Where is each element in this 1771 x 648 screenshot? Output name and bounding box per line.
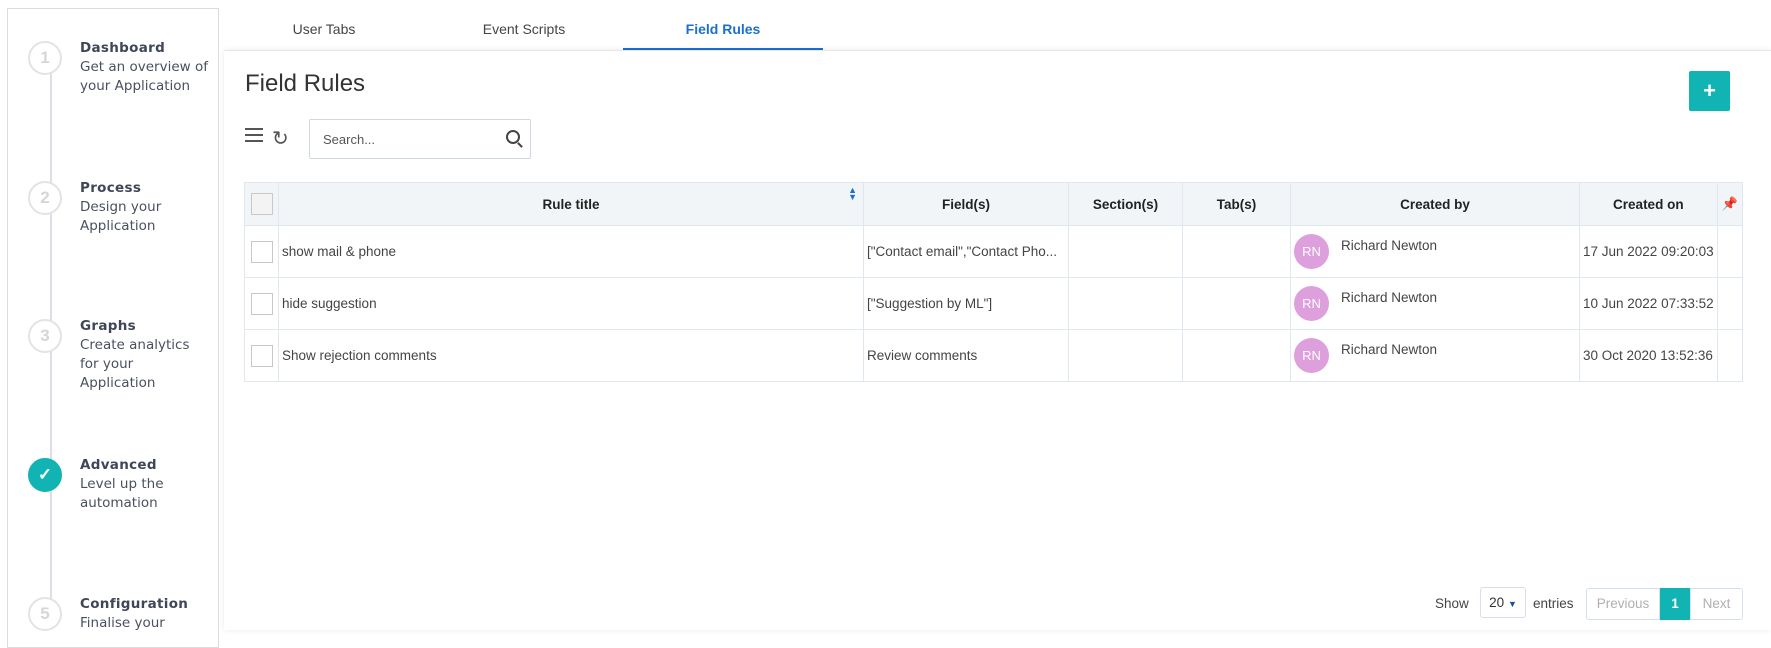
step-title: Process <box>80 180 142 196</box>
created-on-cell: 10 Jun 2022 07:33:52 <box>1579 277 1718 330</box>
avatar: RN <box>1294 338 1329 373</box>
step-number: 1 <box>28 41 62 75</box>
rule-title-cell[interactable]: hide suggestion <box>278 277 864 330</box>
row-select-cell <box>244 329 279 382</box>
next-button[interactable]: Next <box>1690 588 1743 620</box>
created-on-cell: 30 Oct 2020 13:52:36 <box>1579 329 1718 382</box>
tabs-cell <box>1182 329 1291 382</box>
created-on-cell: 17 Jun 2022 09:20:03 <box>1579 225 1718 278</box>
fields-cell: Review comments <box>863 329 1069 382</box>
created-by-cell: RN Richard Newton <box>1290 225 1580 278</box>
tab-event-scripts[interactable]: Event Scripts <box>424 0 624 50</box>
table-row[interactable]: show mail & phone ["Contact email","Cont… <box>244 225 1743 278</box>
row-select-cell <box>244 225 279 278</box>
entries-label: entries <box>1533 596 1574 611</box>
page-1-button[interactable]: 1 <box>1660 588 1690 620</box>
sections-cell <box>1068 277 1183 330</box>
created-by-cell: RN Richard Newton <box>1290 277 1580 330</box>
select-all-checkbox[interactable] <box>250 193 273 215</box>
pin-column-header[interactable]: 📌 <box>1716 182 1743 226</box>
header-fields[interactable]: Field(s) <box>863 182 1069 226</box>
select-all-cell <box>244 182 279 226</box>
page-size-select[interactable]: 20 ▼ <box>1480 587 1526 618</box>
step-desc: Create analytics for your Application <box>80 337 190 391</box>
pin-icon[interactable]: 📌 <box>1722 196 1738 211</box>
search-icon[interactable] <box>506 130 520 144</box>
pin-cell <box>1716 329 1743 382</box>
stepper-sidebar: 1 Dashboard Get an overview of your Applic… <box>7 8 219 648</box>
page-size-value: 20 <box>1489 595 1505 610</box>
fields-cell: ["Contact email","Contact Pho... <box>863 225 1069 278</box>
add-rule-button[interactable]: + <box>1689 71 1730 111</box>
previous-button[interactable]: Previous <box>1586 588 1660 620</box>
row-checkbox[interactable] <box>250 292 273 315</box>
header-sections[interactable]: Section(s) <box>1068 182 1183 226</box>
tab-bar: User Tabs Event Scripts Field Rules <box>224 0 1771 50</box>
pin-cell <box>1716 277 1743 330</box>
step-number: 3 <box>28 319 62 353</box>
pin-cell <box>1716 225 1743 278</box>
header-created-on[interactable]: Created on <box>1579 182 1718 226</box>
avatar: RN <box>1294 234 1329 269</box>
table-row[interactable]: hide suggestion ["Suggestion by ML"] RN R… <box>244 277 1743 330</box>
step-desc: Finalise your <box>80 615 165 631</box>
header-tabs[interactable]: Tab(s) <box>1182 182 1291 226</box>
menu-icon[interactable] <box>245 128 263 142</box>
step-number: 2 <box>28 181 62 215</box>
row-checkbox[interactable] <box>250 240 273 263</box>
creator-name: Richard Newton <box>1341 238 1438 253</box>
step-desc: Level up the automation <box>80 476 164 511</box>
created-by-cell: RN Richard Newton <box>1290 329 1580 382</box>
row-select-cell <box>244 277 279 330</box>
avatar: RN <box>1294 286 1329 321</box>
step-title: Configuration <box>80 596 189 612</box>
rule-title-cell[interactable]: show mail & phone <box>278 225 864 278</box>
tabs-cell <box>1182 225 1291 278</box>
step-title: Dashboard <box>80 40 166 56</box>
row-checkbox[interactable] <box>250 344 273 367</box>
step-title: Advanced <box>80 457 157 473</box>
step-desc: Design your Application <box>80 199 162 234</box>
show-label: Show <box>1435 596 1469 611</box>
table-row[interactable]: Show rejection comments Review comments … <box>244 329 1743 382</box>
tab-field-rules[interactable]: Field Rules <box>623 0 823 50</box>
rule-title-cell[interactable]: Show rejection comments <box>278 329 864 382</box>
creator-name: Richard Newton <box>1341 290 1438 305</box>
field-rules-table: Rule title ▲ ▼ Field(s) Section(s) Tab(s) … <box>244 182 1743 382</box>
sections-cell <box>1068 225 1183 278</box>
sections-cell <box>1068 329 1183 382</box>
search-box <box>309 119 531 159</box>
step-title: Graphs <box>80 318 136 334</box>
check-icon: ✓ <box>28 458 62 492</box>
step-desc: Get an overview of your Application <box>80 59 208 94</box>
header-label: Rule title <box>542 196 600 212</box>
tab-user-tabs[interactable]: User Tabs <box>224 0 424 50</box>
header-rule-title[interactable]: Rule title ▲ ▼ <box>278 182 864 226</box>
fields-cell: ["Suggestion by ML"] <box>863 277 1069 330</box>
chevron-down-icon: ▼ <box>1507 599 1517 609</box>
creator-name: Richard Newton <box>1341 342 1438 357</box>
refresh-icon[interactable]: ↻ <box>272 126 289 151</box>
page-title: Field Rules <box>245 70 366 97</box>
search-input[interactable] <box>310 120 490 158</box>
header-created-by[interactable]: Created by <box>1290 182 1580 226</box>
tabs-cell <box>1182 277 1291 330</box>
sort-icon[interactable]: ▲ ▼ <box>848 186 857 202</box>
